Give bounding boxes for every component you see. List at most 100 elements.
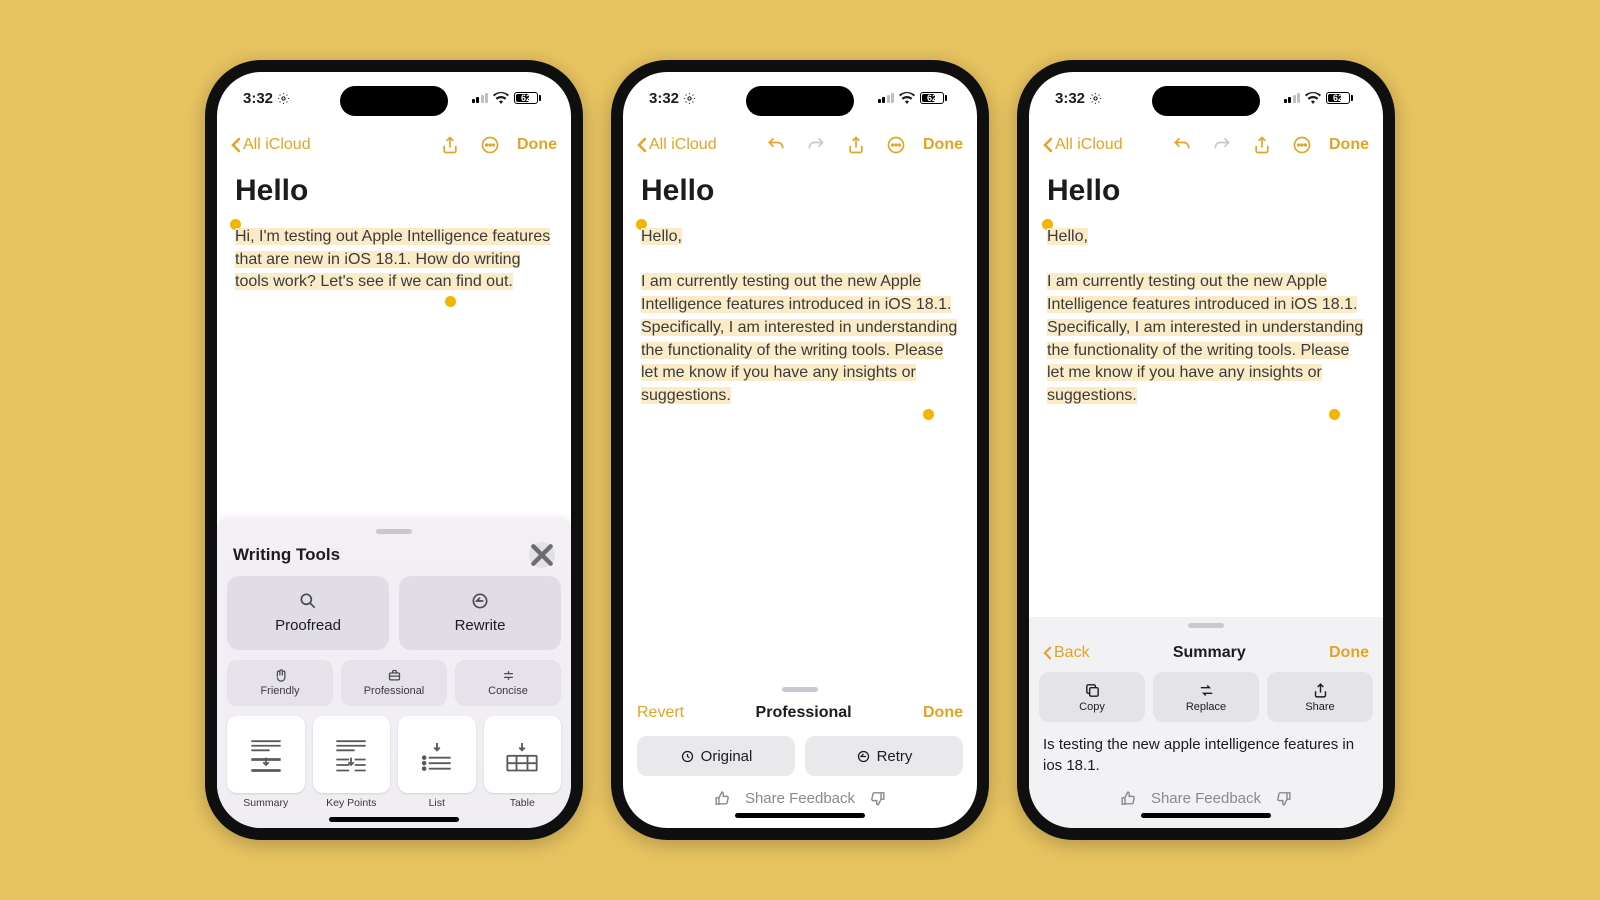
done-button[interactable]: Done [923,704,963,722]
transform-list-button[interactable]: List [398,716,476,812]
location-gear-icon [277,92,290,105]
concise-icon [501,668,516,683]
back-button[interactable]: All iCloud [1043,136,1123,154]
replace-button[interactable]: Replace [1153,672,1259,722]
retry-button[interactable]: Retry [805,736,963,776]
done-button[interactable]: Done [1325,136,1369,154]
note-body[interactable]: Hi, I'm testing out Apple Intelligence f… [235,228,550,290]
share-icon [1252,135,1272,155]
chevron-left-icon [231,137,241,153]
share-button[interactable] [1245,135,1279,155]
summary-output: Is testing the new apple intelligence fe… [1029,732,1383,790]
back-label: All iCloud [243,136,311,154]
chevron-left-icon [1043,646,1052,660]
undo-button[interactable] [759,135,793,155]
thumbs-up-icon[interactable] [714,790,731,807]
note-title[interactable]: Hello [641,174,959,208]
phone-writing-tools: 3:32 62 All iCloud [205,60,583,840]
ellipsis-circle-icon [886,135,906,155]
notes-nav-bar: All iCloud Done [623,124,977,166]
note-body[interactable]: Hello, I am currently testing out the ne… [1047,228,1363,404]
home-indicator[interactable] [1141,813,1271,818]
battery-indicator: 62 [1326,92,1353,104]
wifi-icon [1305,92,1321,104]
tone-concise-button[interactable]: Concise [455,660,561,706]
dynamic-island [340,86,448,116]
panel-title: Summary [1173,644,1246,662]
note-title[interactable]: Hello [1047,174,1365,208]
back-button[interactable]: All iCloud [637,136,717,154]
home-indicator[interactable] [735,813,865,818]
note-selection[interactable]: Hello, I am currently testing out the ne… [641,226,959,408]
sheet-grabber[interactable] [376,529,412,534]
revert-button[interactable]: Revert [637,704,684,722]
transform-summary-button[interactable]: Summary [227,716,305,812]
note-title[interactable]: Hello [235,174,553,208]
done-button[interactable]: Done [1329,644,1369,662]
more-button[interactable] [473,135,507,155]
notes-nav-bar: All iCloud Done [1029,124,1383,166]
note-body[interactable]: Hello, I am currently testing out the ne… [641,228,957,404]
sheet-grabber[interactable] [1188,623,1224,628]
redo-button [1205,135,1239,155]
share-icon [440,135,460,155]
note-selection[interactable]: Hello, I am currently testing out the ne… [1047,226,1365,408]
location-gear-icon [1089,92,1102,105]
share-button[interactable] [433,135,467,155]
ellipsis-circle-icon [1292,135,1312,155]
tone-friendly-button[interactable]: Friendly [227,660,333,706]
thumbs-down-icon[interactable] [1275,790,1292,807]
status-time: 3:32 [1055,90,1085,107]
thumbs-up-icon[interactable] [1120,790,1137,807]
cell-signal-icon [1284,93,1301,103]
feedback-row: Share Feedback [1029,790,1383,807]
dynamic-island [1152,86,1260,116]
more-button[interactable] [1285,135,1319,155]
ellipsis-circle-icon [480,135,500,155]
back-button[interactable]: All iCloud [231,136,311,154]
close-icon [529,542,555,568]
tone-professional-button[interactable]: Professional [341,660,447,706]
back-button[interactable]: Back [1043,644,1090,662]
close-button[interactable] [529,542,555,568]
undo-icon [766,135,786,155]
status-time: 3:32 [243,90,273,107]
back-label: All iCloud [1055,136,1123,154]
feedback-label[interactable]: Share Feedback [1151,790,1261,807]
writing-tools-sheet: Writing Tools Proofread Rewrite Fri [217,519,571,829]
summary-footer: Back Summary Done Copy Replace Share [1029,617,1383,828]
share-icon [846,135,866,155]
chevron-left-icon [1043,137,1053,153]
original-button[interactable]: Original [637,736,795,776]
transform-keypoints-button[interactable]: Key Points [313,716,391,812]
table-icon [500,732,544,776]
sheet-grabber[interactable] [782,687,818,692]
note-selection[interactable]: Hi, I'm testing out Apple Intelligence f… [235,226,553,294]
list-icon [415,732,459,776]
rewrite-button[interactable]: Rewrite [399,576,561,650]
hand-wave-icon [273,668,288,683]
cell-signal-icon [472,93,489,103]
undo-button[interactable] [1165,135,1199,155]
status-time: 3:32 [649,90,679,107]
transform-table-button[interactable]: Table [484,716,562,812]
more-button[interactable] [879,135,913,155]
done-button[interactable]: Done [919,136,963,154]
proofread-button[interactable]: Proofread [227,576,389,650]
share-button[interactable] [839,135,873,155]
phone-summary: 3:32 62 All iCloud Done Hello [1017,60,1395,840]
done-button[interactable]: Done [513,136,557,154]
retry-icon [856,749,871,764]
chevron-left-icon [637,137,647,153]
mode-label: Professional [756,704,852,722]
feedback-label[interactable]: Share Feedback [745,790,855,807]
share-button[interactable]: Share [1267,672,1373,722]
redo-icon [1212,135,1232,155]
magnifier-icon [298,591,318,611]
thumbs-down-icon[interactable] [869,790,886,807]
result-footer: Revert Professional Done Original Retry … [623,679,977,828]
rewrite-icon [470,591,490,611]
home-indicator[interactable] [329,817,459,822]
dynamic-island [746,86,854,116]
copy-button[interactable]: Copy [1039,672,1145,722]
